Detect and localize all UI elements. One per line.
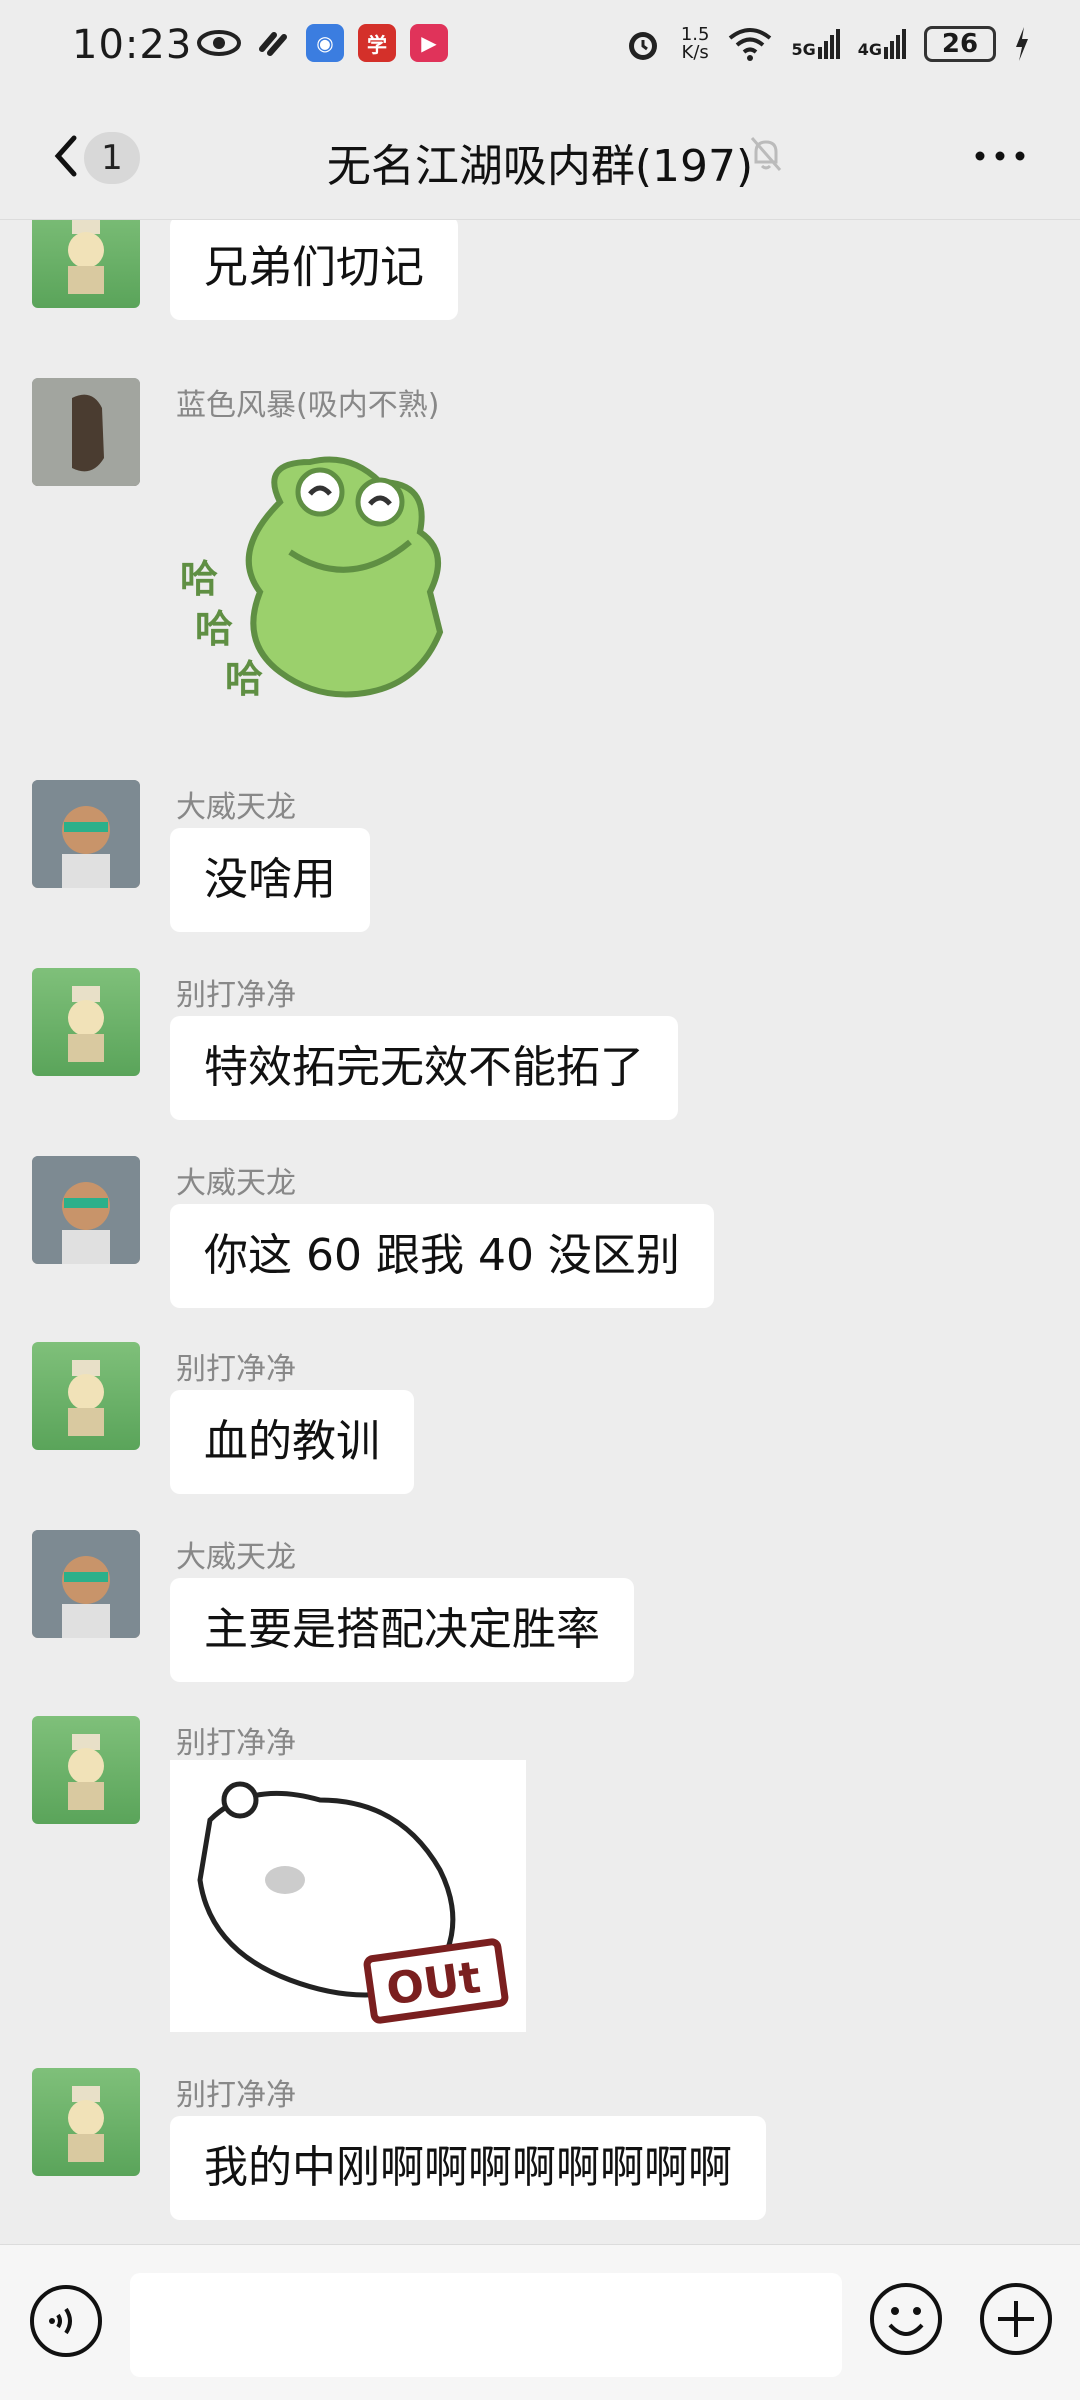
- sender-name: 别打净净: [176, 1726, 296, 1761]
- avatar[interactable]: [32, 378, 140, 486]
- sender-name: 蓝色风暴(吸内不熟): [176, 388, 440, 423]
- input-bar: [0, 2244, 1080, 2400]
- eye-icon: [197, 30, 241, 56]
- avatar[interactable]: [32, 780, 140, 888]
- sender-name: 大威天龙: [176, 790, 296, 825]
- shield-app-icon: ◉: [306, 24, 344, 62]
- chat-title: 无名江湖吸内群(197): [326, 141, 754, 192]
- avatar[interactable]: [32, 1716, 140, 1824]
- emoji-icon[interactable]: [868, 2281, 944, 2357]
- avatar[interactable]: [32, 220, 140, 308]
- wifi-icon: [729, 28, 772, 61]
- status-right-icons: 1.5 K/s 5G 4G 26: [623, 24, 1030, 64]
- message-bubble[interactable]: 没啥用: [170, 828, 370, 932]
- sender-name: 大威天龙: [176, 1540, 296, 1575]
- svg-text:哈: 哈: [180, 557, 218, 601]
- status-bar: 10:23 ◉ 学 ▶ 1.5 K/s 5G 4G 26: [0, 0, 1080, 96]
- voice-icon[interactable]: [28, 2283, 104, 2359]
- avatar[interactable]: [32, 968, 140, 1076]
- signal-5g: 5G: [791, 29, 840, 59]
- message-bubble[interactable]: 主要是搭配决定胜率: [170, 1578, 634, 1682]
- sender-name: 大威天龙: [176, 1166, 296, 1201]
- message-bubble[interactable]: 血的教训: [170, 1390, 414, 1494]
- more-options-icon[interactable]: [970, 136, 1030, 176]
- sticker-bear-out[interactable]: OUt: [170, 1760, 526, 2036]
- message-input[interactable]: [130, 2273, 842, 2377]
- avatar[interactable]: [32, 2068, 140, 2176]
- message-bubble[interactable]: 你这 60 跟我 40 没区别: [170, 1204, 714, 1308]
- sender-name: 别打净净: [176, 2078, 296, 2113]
- chat-header: 1 无名江湖吸内群(197): [0, 96, 1080, 220]
- sender-name: 别打净净: [176, 978, 296, 1013]
- message-list[interactable]: 兄弟们切记 蓝色风暴(吸内不熟) 哈 哈 哈 大威天龙 没啥用 别打净净 特效拓…: [0, 220, 1080, 2244]
- plus-icon[interactable]: [978, 2281, 1054, 2357]
- svg-text:哈: 哈: [195, 607, 233, 651]
- avatar[interactable]: [32, 1530, 140, 1638]
- avatar[interactable]: [32, 1156, 140, 1264]
- study-app-icon: 学: [358, 24, 396, 62]
- message-bubble[interactable]: 兄弟们切记: [170, 220, 458, 320]
- alarm-icon: [628, 32, 657, 60]
- net-speed: 1.5 K/s: [680, 24, 710, 63]
- sticker-laughing-dinosaur[interactable]: 哈 哈 哈: [170, 442, 480, 736]
- status-time: 10:23: [72, 22, 193, 68]
- sender-name: 别打净净: [176, 1352, 296, 1387]
- svg-text:哈: 哈: [225, 657, 263, 701]
- message-bubble[interactable]: 我的中刚啊啊啊啊啊啊啊啊: [170, 2116, 766, 2220]
- battery-indicator: 26: [924, 26, 996, 62]
- link-icon: [259, 32, 287, 56]
- status-left-icons: ◉ 学 ▶: [196, 24, 448, 62]
- charging-icon: [1016, 27, 1028, 61]
- video-app-icon: ▶: [410, 24, 448, 62]
- avatar[interactable]: [32, 1342, 140, 1450]
- signal-4g: 4G: [858, 29, 906, 59]
- mute-bell-icon: [750, 137, 782, 171]
- message-bubble[interactable]: 特效拓完无效不能拓了: [170, 1016, 678, 1120]
